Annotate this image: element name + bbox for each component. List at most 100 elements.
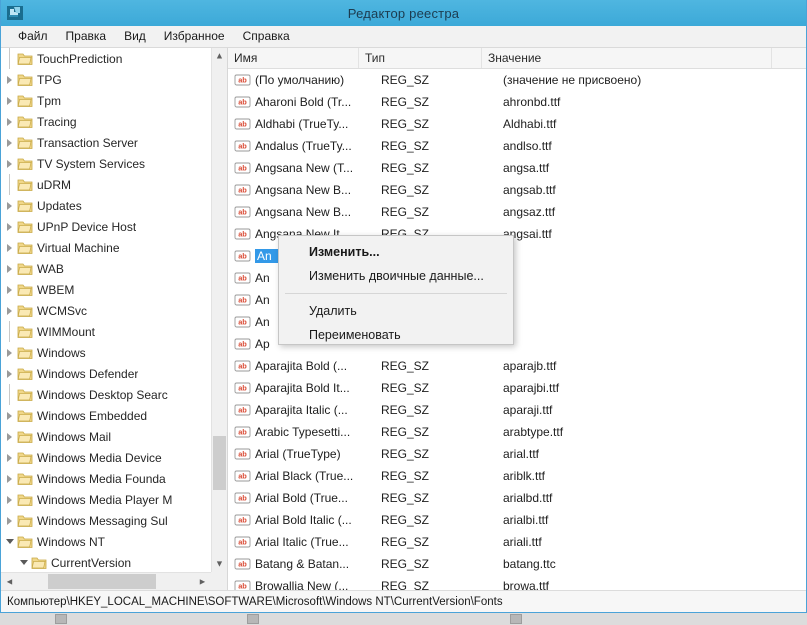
tree-vertical-scrollbar[interactable]: ▲ ▼ xyxy=(211,48,227,572)
value-type-cell: REG_SZ xyxy=(381,183,430,197)
column-header-name[interactable]: Имя xyxy=(228,48,359,68)
tree-item-windows-mail[interactable]: Windows Mail xyxy=(1,426,211,447)
chevron-right-icon[interactable] xyxy=(3,195,17,216)
value-row[interactable]: ab Angsana New B... REG_SZ angsab.ttf xyxy=(228,179,806,201)
column-header-type[interactable]: Тип xyxy=(359,48,482,68)
value-row[interactable]: ab Aparajita Bold (... REG_SZ aparajb.ttf xyxy=(228,355,806,377)
chevron-right-icon[interactable] xyxy=(3,468,17,489)
chevron-right-icon[interactable] xyxy=(3,363,17,384)
tree-item-transaction-server[interactable]: Transaction Server xyxy=(1,132,211,153)
tree-horizontal-scrollbar[interactable]: ◄ ► xyxy=(1,572,227,590)
string-value-icon: ab xyxy=(234,139,252,153)
value-row[interactable]: ab Arial Italic (True... REG_SZ ariali.ttf xyxy=(228,531,806,553)
chevron-right-icon[interactable] xyxy=(3,153,17,174)
value-row[interactable]: ab Arial (TrueType) REG_SZ arial.ttf xyxy=(228,443,806,465)
value-name-cell: Aparajita Italic (... xyxy=(255,403,348,417)
tree-item-windows-desktop-searc[interactable]: Windows Desktop Searc xyxy=(1,384,211,405)
value-row[interactable]: ab Andalus (TrueTy... REG_SZ andlso.ttf xyxy=(228,135,806,157)
tree-item-virtual-machine[interactable]: Virtual Machine xyxy=(1,237,211,258)
value-row[interactable]: ab Arial Bold (True... REG_SZ arialbd.ttf xyxy=(228,487,806,509)
value-row[interactable]: ab Arial Bold Italic (... REG_SZ arialbi.tt… xyxy=(228,509,806,531)
value-type-cell: REG_SZ xyxy=(381,403,430,417)
chevron-down-icon[interactable] xyxy=(3,531,17,552)
value-data-cell: ariali.ttf xyxy=(503,535,542,549)
tree-item-currentversion[interactable]: CurrentVersion xyxy=(1,552,211,572)
tree-item-windows-embedded[interactable]: Windows Embedded xyxy=(1,405,211,426)
value-row[interactable]: ab Angsana New B... REG_SZ angsaz.ttf xyxy=(228,201,806,223)
value-name-cell: Andalus (TrueTy... xyxy=(255,139,352,153)
chevron-right-icon[interactable] xyxy=(3,111,17,132)
chevron-right-icon[interactable] xyxy=(3,300,17,321)
folder-icon xyxy=(17,325,33,339)
tree-scroll-left-button[interactable]: ◄ xyxy=(1,573,18,590)
registry-tree[interactable]: TouchPrediction TPG Tpm Tracing Transaction … xyxy=(1,48,211,572)
chevron-right-icon[interactable] xyxy=(3,447,17,468)
value-row[interactable]: ab Angsana New (T... REG_SZ angsa.ttf xyxy=(228,157,806,179)
tree-item-windows-defender[interactable]: Windows Defender xyxy=(1,363,211,384)
menu-view[interactable]: Вид xyxy=(115,27,155,46)
tree-item-label: Tpm xyxy=(37,93,61,108)
tree-item-wcmsvc[interactable]: WCMSvc xyxy=(1,300,211,321)
chevron-right-icon[interactable] xyxy=(3,69,17,90)
tree-scroll-up-button[interactable]: ▲ xyxy=(212,48,227,64)
tree-item-windows[interactable]: Windows xyxy=(1,342,211,363)
taskbar-icon-3[interactable] xyxy=(510,614,522,624)
string-value-icon: ab xyxy=(234,381,252,395)
tree-item-windows-media-founda[interactable]: Windows Media Founda xyxy=(1,468,211,489)
tree-item-updates[interactable]: Updates xyxy=(1,195,211,216)
context-menu[interactable]: Изменить... Изменить двоичные данные... … xyxy=(278,235,514,345)
value-row[interactable]: ab Aldhabi (TrueTy... REG_SZ Aldhabi.ttf xyxy=(228,113,806,135)
chevron-right-icon[interactable] xyxy=(3,90,17,111)
chevron-right-icon[interactable] xyxy=(3,132,17,153)
tree-scroll-right-button[interactable]: ► xyxy=(194,573,211,590)
value-row[interactable]: ab Aparajita Bold It... REG_SZ aparajbi.ttf xyxy=(228,377,806,399)
chevron-right-icon[interactable] xyxy=(3,279,17,300)
tree-scroll-down-button[interactable]: ▼ xyxy=(212,556,227,572)
value-row[interactable]: ab Arial Black (True... REG_SZ ariblk.ttf xyxy=(228,465,806,487)
chevron-right-icon[interactable] xyxy=(3,216,17,237)
tree-item-upnp-device-host[interactable]: UPnP Device Host xyxy=(1,216,211,237)
taskbar-icon-2[interactable] xyxy=(247,614,259,624)
chevron-right-icon[interactable] xyxy=(3,342,17,363)
chevron-right-icon[interactable] xyxy=(3,426,17,447)
value-row[interactable]: ab Aparajita Italic (... REG_SZ aparaji.ttf xyxy=(228,399,806,421)
chevron-right-icon[interactable] xyxy=(3,489,17,510)
chevron-right-icon[interactable] xyxy=(3,237,17,258)
tree-item-windows-media-player-m[interactable]: Windows Media Player M xyxy=(1,489,211,510)
value-row[interactable]: ab Arabic Typesetti... REG_SZ arabtype.ttf xyxy=(228,421,806,443)
chevron-right-icon[interactable] xyxy=(3,510,17,531)
tree-item-tracing[interactable]: Tracing xyxy=(1,111,211,132)
tree-item-udrm[interactable]: uDRM xyxy=(1,174,211,195)
value-data-cell: arabtype.ttf xyxy=(503,425,564,439)
menu-file[interactable]: Файл xyxy=(9,27,57,46)
context-menu-item-delete[interactable]: Удалить xyxy=(279,299,513,323)
menu-help[interactable]: Справка xyxy=(234,27,299,46)
tree-item-wimmount[interactable]: WIMMount xyxy=(1,321,211,342)
tree-horizontal-scroll-thumb[interactable] xyxy=(48,574,156,589)
menu-edit[interactable]: Правка xyxy=(57,27,116,46)
column-header-value[interactable]: Значение xyxy=(482,48,772,68)
value-row[interactable]: ab Aharoni Bold (Tr... REG_SZ ahronbd.ttf xyxy=(228,91,806,113)
context-menu-item-modify[interactable]: Изменить... xyxy=(279,240,513,264)
context-menu-item-rename[interactable]: Переименовать xyxy=(279,323,513,347)
chevron-down-icon[interactable] xyxy=(17,552,31,572)
context-menu-item-modify-binary[interactable]: Изменить двоичные данные... xyxy=(279,264,513,288)
tree-item-tv-system-services[interactable]: TV System Services xyxy=(1,153,211,174)
tree-vertical-scroll-thumb[interactable] xyxy=(213,436,226,490)
tree-item-tpg[interactable]: TPG xyxy=(1,69,211,90)
tree-item-wab[interactable]: WAB xyxy=(1,258,211,279)
value-row[interactable]: ab Browallia New (... REG_SZ browa.ttf xyxy=(228,575,806,590)
tree-item-wbem[interactable]: WBEM xyxy=(1,279,211,300)
chevron-right-icon[interactable] xyxy=(3,405,17,426)
chevron-right-icon[interactable] xyxy=(3,258,17,279)
value-row[interactable]: ab (По умолчанию) REG_SZ (значение не присв… xyxy=(228,69,806,91)
tree-item-windows-messaging-sul[interactable]: Windows Messaging Sul xyxy=(1,510,211,531)
tree-item-tpm[interactable]: Tpm xyxy=(1,90,211,111)
tree-item-touchprediction[interactable]: TouchPrediction xyxy=(1,48,211,69)
value-type-cell: REG_SZ xyxy=(381,359,430,373)
taskbar-icon-1[interactable] xyxy=(55,614,67,624)
value-row[interactable]: ab Batang & Batan... REG_SZ batang.ttc xyxy=(228,553,806,575)
menu-favorites[interactable]: Избранное xyxy=(155,27,234,46)
tree-item-windows-media-device[interactable]: Windows Media Device xyxy=(1,447,211,468)
tree-item-windows-nt[interactable]: Windows NT xyxy=(1,531,211,552)
